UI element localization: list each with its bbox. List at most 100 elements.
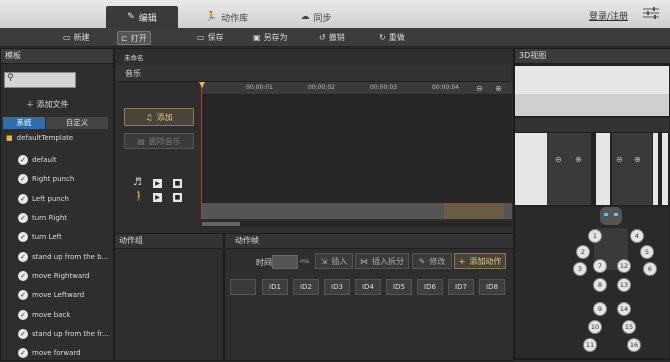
joint-node[interactable]: 14 bbox=[617, 302, 631, 316]
template-search-input[interactable]: ⚲ bbox=[4, 72, 76, 88]
list-item[interactable]: ✓ stand up from the fr... bbox=[2, 324, 110, 343]
view3d-pane[interactable] bbox=[515, 133, 547, 205]
view3d-pane[interactable]: ⊖ ⊕ bbox=[612, 133, 652, 205]
add-file-button[interactable]: ＋ 添加文件 bbox=[26, 99, 69, 110]
login-register-link[interactable]: 登录/注册 bbox=[589, 9, 628, 22]
list-item[interactable]: ✓ move back bbox=[2, 305, 110, 324]
id-column[interactable]: ID7 bbox=[448, 279, 474, 295]
check-circle-icon: ✓ bbox=[18, 270, 28, 281]
redo-button-label: 重做 bbox=[388, 32, 405, 42]
joint-node[interactable]: 2 bbox=[576, 245, 590, 259]
playhead-line[interactable] bbox=[201, 82, 202, 219]
joint-node[interactable]: 10 bbox=[588, 320, 602, 334]
joint-node[interactable]: 5 bbox=[640, 245, 654, 259]
insert-split-button[interactable]: ⋈ 插入拆分 bbox=[355, 253, 409, 269]
time-label: 时间 bbox=[256, 258, 272, 267]
redo-button[interactable]: ↻ 重做 bbox=[376, 31, 408, 43]
undo-button[interactable]: ↺ 撤销 bbox=[316, 31, 348, 43]
zoom-in-icon[interactable]: ⊕ bbox=[495, 84, 502, 93]
joint-node[interactable]: 12 bbox=[617, 259, 631, 273]
add-file-label: 添加文件 bbox=[36, 100, 69, 109]
zoom-in-icon[interactable]: ⊕ bbox=[634, 155, 641, 164]
list-item[interactable]: ✓ turn Right bbox=[2, 208, 110, 227]
tab-edit[interactable]: ✎ 编辑 bbox=[106, 6, 178, 28]
add-music-button[interactable]: ♫ 添加 bbox=[124, 108, 194, 126]
add-action-button[interactable]: + 添加动作 bbox=[454, 253, 506, 269]
joint-node[interactable]: 15 bbox=[622, 320, 636, 334]
save-as-button[interactable]: ▣ 另存为 bbox=[250, 31, 291, 43]
undo-button-label: 撤销 bbox=[328, 32, 345, 42]
joint-node[interactable]: 4 bbox=[630, 229, 644, 243]
redo-icon: ↻ bbox=[379, 32, 386, 42]
list-item[interactable]: ✓ stand up from the b... bbox=[2, 247, 110, 266]
view3d-pane[interactable]: ⊖ ⊕ bbox=[547, 133, 591, 205]
save-button[interactable]: ▭ 保存 bbox=[194, 31, 227, 43]
list-item[interactable]: ✓ Left punch bbox=[2, 189, 110, 208]
id-column[interactable]: ID6 bbox=[417, 279, 443, 295]
time-input[interactable] bbox=[272, 255, 298, 269]
action-frames-title: 动作帧 bbox=[225, 234, 513, 249]
scrollbar-thumb[interactable] bbox=[202, 222, 240, 226]
id-column[interactable]: ID2 bbox=[293, 279, 319, 295]
list-item-label: stand up from the b... bbox=[32, 252, 109, 261]
template-folder[interactable]: ■ defaultTemplate bbox=[6, 134, 73, 142]
action-stop-button[interactable]: ■ bbox=[173, 193, 182, 202]
list-item-label: move forward bbox=[32, 348, 81, 357]
list-item[interactable]: ✓ move Rightward bbox=[2, 266, 110, 285]
plus-icon: + bbox=[458, 256, 466, 266]
list-item-label: Right punch bbox=[32, 174, 75, 183]
settings-sliders-icon[interactable] bbox=[642, 6, 660, 20]
music-stop-button[interactable]: ■ bbox=[173, 179, 182, 188]
action-play-button[interactable]: ▶ bbox=[153, 193, 162, 202]
id-column[interactable]: ID5 bbox=[386, 279, 412, 295]
open-button[interactable]: ⊏ 打开 bbox=[117, 31, 151, 45]
folder-label: defaultTemplate bbox=[16, 134, 74, 142]
joint-node[interactable]: 16 bbox=[627, 338, 641, 352]
delete-music-button[interactable]: ▤ 删除音乐 bbox=[124, 133, 194, 149]
tab-sync[interactable]: ☁ 同步 bbox=[286, 6, 346, 28]
joint-node[interactable]: 9 bbox=[593, 302, 607, 316]
id-column[interactable]: ID1 bbox=[262, 279, 288, 295]
view3d-pane[interactable] bbox=[662, 133, 668, 205]
id-column[interactable]: ID3 bbox=[324, 279, 350, 295]
new-button[interactable]: ▭ 新建 bbox=[60, 31, 93, 43]
segment-custom[interactable]: 自定义 bbox=[46, 117, 108, 129]
id-column[interactable]: ID4 bbox=[355, 279, 381, 295]
list-item[interactable]: ✓ turn Left bbox=[2, 227, 110, 246]
playhead-marker-icon[interactable] bbox=[199, 82, 205, 88]
insert-button[interactable]: ⇲ 插入 bbox=[315, 253, 353, 269]
timeline-tick: 00:00:02 bbox=[308, 84, 335, 91]
joint-node[interactable]: 13 bbox=[617, 278, 631, 292]
folder-icon: ■ bbox=[6, 134, 13, 142]
zoom-out-icon[interactable]: ⊖ bbox=[616, 155, 623, 164]
list-item[interactable]: ✓ Right punch bbox=[2, 169, 110, 188]
joint-node[interactable]: 8 bbox=[593, 278, 607, 292]
zoom-out-icon[interactable]: ⊖ bbox=[555, 155, 562, 164]
robot-eye bbox=[614, 213, 618, 216]
open-button-label: 打开 bbox=[130, 33, 147, 43]
modify-label: 修改 bbox=[429, 256, 446, 266]
joint-node[interactable]: 7 bbox=[593, 259, 607, 273]
joint-node[interactable]: 1 bbox=[588, 229, 602, 243]
list-item[interactable]: ✓ default bbox=[2, 150, 110, 169]
list-item[interactable]: ✓ move Leftward bbox=[2, 285, 110, 304]
view3d-pane[interactable] bbox=[596, 133, 610, 205]
modify-button[interactable]: ✎ 修改 bbox=[412, 253, 452, 269]
segment-system[interactable]: 系统 bbox=[3, 117, 45, 129]
id-column[interactable]: ID8 bbox=[479, 279, 505, 295]
music-play-button[interactable]: ▶ bbox=[153, 179, 162, 188]
tab-action-library[interactable]: 🏃 动作库 bbox=[192, 6, 262, 28]
zoom-out-icon[interactable]: ⊖ bbox=[476, 84, 483, 93]
view3d-pane[interactable] bbox=[653, 133, 658, 205]
joint-node[interactable]: 11 bbox=[583, 338, 597, 352]
joint-node[interactable]: 3 bbox=[573, 262, 587, 276]
zoom-in-icon[interactable]: ⊕ bbox=[575, 155, 582, 164]
music-track-area[interactable] bbox=[202, 95, 512, 203]
joint-node[interactable]: 6 bbox=[643, 262, 657, 276]
open-icon: ⊏ bbox=[121, 33, 128, 43]
new-file-icon: ▭ bbox=[63, 32, 71, 42]
check-circle-icon: ✓ bbox=[18, 328, 28, 339]
insert-icon: ⇲ bbox=[320, 256, 328, 266]
timeline-scrollbar[interactable] bbox=[202, 221, 512, 227]
list-item[interactable]: ✓ move forward bbox=[2, 343, 110, 362]
